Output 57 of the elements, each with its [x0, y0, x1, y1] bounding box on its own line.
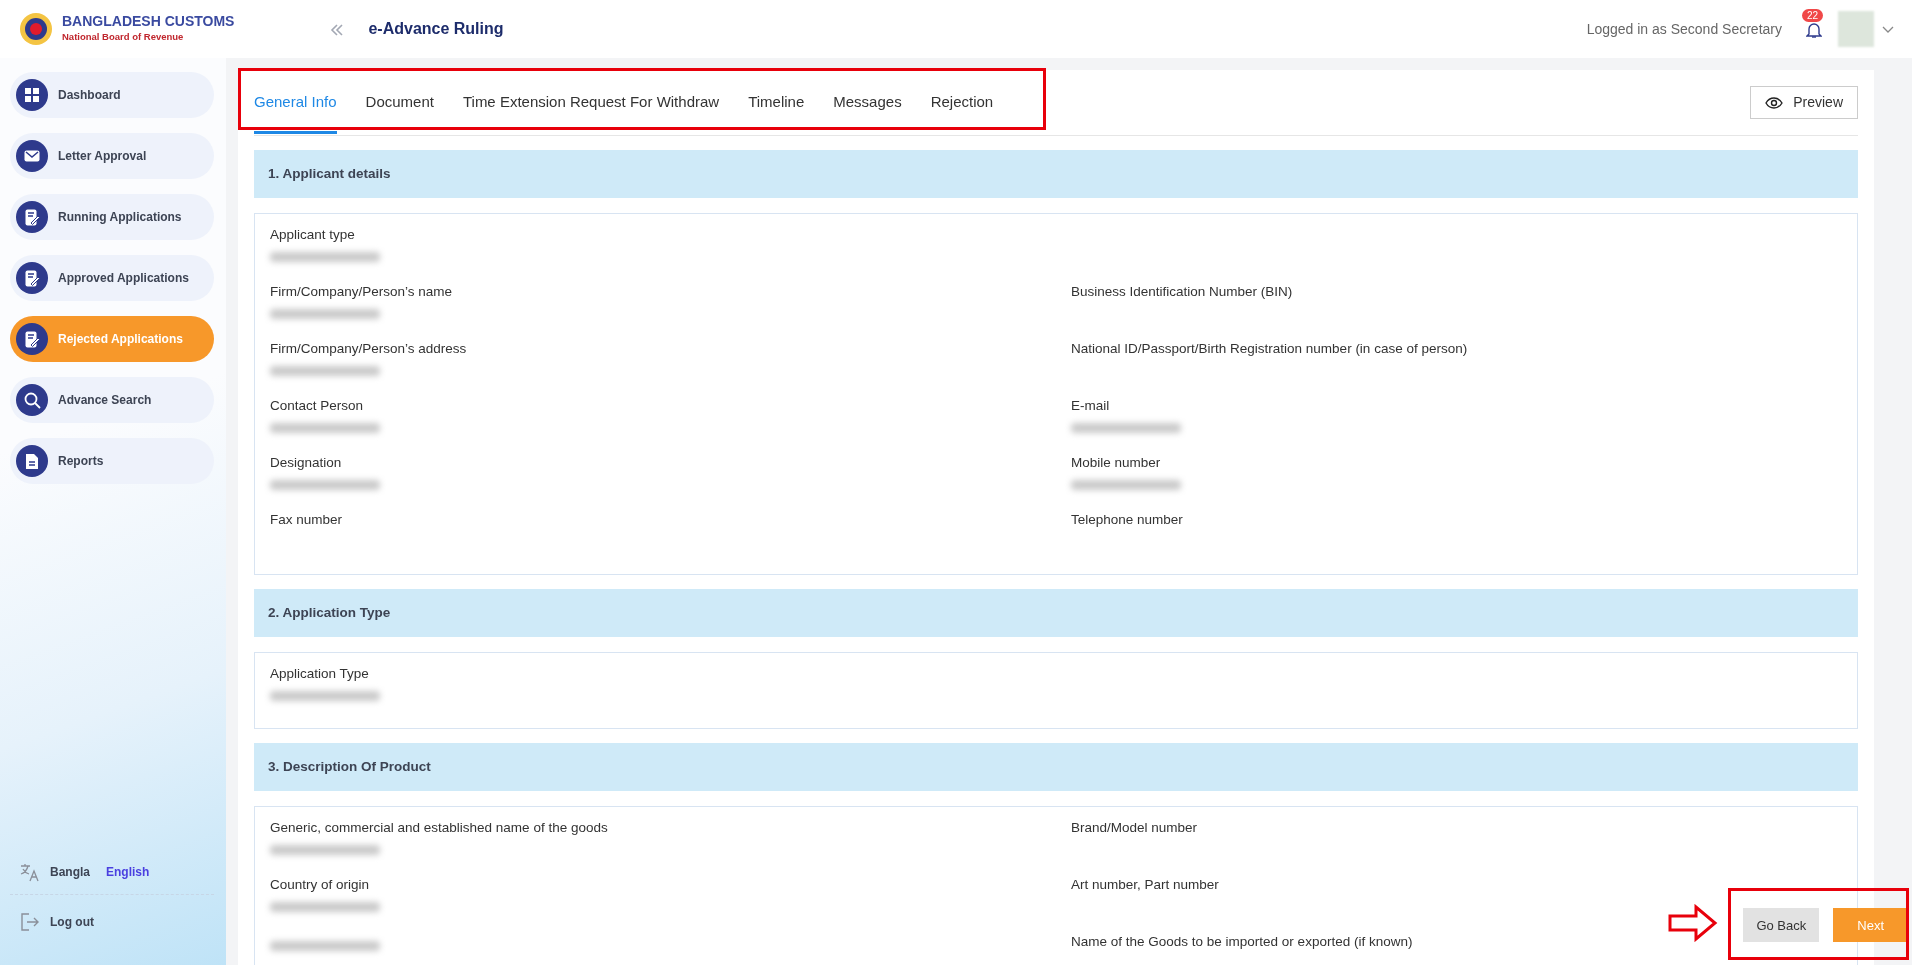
tab[interactable]: Messages — [833, 70, 902, 135]
user-status: Logged in as Second Secretary — [1586, 19, 1782, 39]
field-label: Art number, Part number — [1071, 876, 1220, 894]
field-label: Application Type — [270, 665, 370, 683]
envelope-icon — [24, 150, 40, 162]
field-label: Firm/Company/Person’s name — [270, 283, 454, 301]
field-label: Business Identification Number (BIN) — [1071, 283, 1294, 301]
tab[interactable]: Timeline — [748, 70, 805, 135]
sidebar-item[interactable]: Letter Approval — [10, 133, 214, 179]
brand-subtitle: National Board of Revenue — [62, 29, 185, 44]
tab[interactable]: Document — [365, 70, 434, 135]
document-edit-icon — [24, 269, 40, 287]
caret-icon[interactable] — [1882, 25, 1894, 34]
document-edit-icon — [24, 208, 40, 226]
field-label: Mobile number — [1071, 454, 1162, 472]
section-header: 3. Description Of Product — [254, 743, 1858, 791]
dashboard-icon — [24, 87, 40, 103]
field-label: Applicant type — [270, 226, 356, 244]
logout-icon — [20, 913, 40, 931]
back-button[interactable]: Go Back — [1743, 908, 1820, 942]
field-label: Brand/Model number — [1071, 819, 1199, 837]
eye-icon — [1765, 96, 1784, 109]
search-icon — [23, 391, 41, 409]
field-label: Telephone number — [1071, 511, 1184, 529]
field-label: Contact Person — [270, 397, 365, 415]
logout-button[interactable]: Log out — [10, 895, 104, 949]
field-label: Name of the Goods to be imported or exported (if known) — [1071, 933, 1414, 951]
collapse-icon[interactable] — [330, 23, 345, 36]
arrow-icon — [1668, 904, 1718, 942]
sidebar-item[interactable]: Dashboard — [10, 72, 214, 118]
preview-button[interactable]: Preview — [1750, 86, 1858, 119]
sidebar-item[interactable]: Approved Applications — [10, 255, 214, 301]
tab[interactable]: General Info — [254, 70, 337, 135]
field-label: Firm/Company/Person’s address — [270, 340, 468, 358]
field-label: Designation — [270, 454, 343, 472]
notification-count: 22 — [1802, 9, 1824, 22]
document-icon — [25, 452, 39, 470]
tab[interactable]: Time Extension Request For Withdraw — [462, 70, 720, 135]
language-option[interactable]: English — [106, 863, 156, 881]
sidebar-item[interactable]: Advance Search — [10, 377, 214, 423]
emblem-icon — [18, 11, 54, 47]
sidebar-item[interactable]: Reports — [10, 438, 214, 484]
field-label: E-mail — [1071, 397, 1111, 415]
section-header: 2. Application Type — [254, 589, 1858, 637]
section-header: 1. Applicant details — [254, 150, 1858, 198]
brand-name: BANGLADESH CUSTOMS — [62, 14, 235, 30]
page-title: e-Advance Ruling — [368, 19, 504, 39]
field-label: Country of origin — [270, 876, 371, 894]
translate-icon — [20, 862, 40, 882]
field-label: Fax number — [270, 511, 344, 529]
sidebar-item[interactable]: Running Applications — [10, 194, 214, 240]
bell-icon[interactable] — [1806, 20, 1822, 39]
field-label: National ID/Passport/Birth Registration number (in case of person) — [1071, 340, 1469, 358]
tab[interactable]: Rejection — [930, 70, 994, 135]
document-edit-icon — [24, 330, 40, 348]
language-option[interactable]: Bangla — [50, 863, 96, 881]
field-label: Generic, commercial and established name of the goods — [270, 819, 609, 837]
